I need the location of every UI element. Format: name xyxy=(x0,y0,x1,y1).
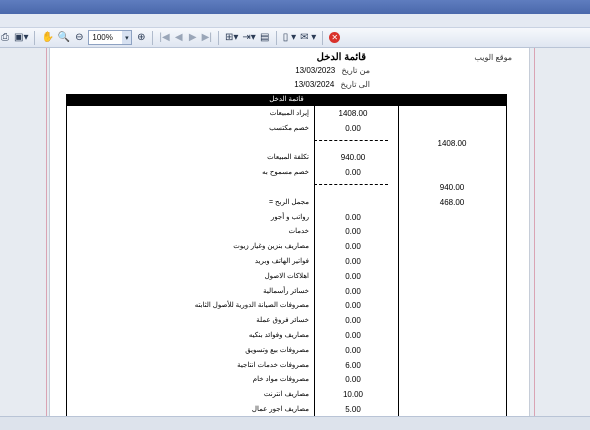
row-value: 0.00 xyxy=(345,345,361,355)
zoom-select[interactable]: 100% ▾ xyxy=(88,30,133,45)
last-page-icon[interactable]: ▶| xyxy=(202,30,212,46)
row-total: 1408.00 xyxy=(437,138,467,148)
row-total: 940.00 xyxy=(439,183,465,192)
multiple-pages-icon[interactable]: ⊞▾ xyxy=(225,30,238,46)
row-label: مصاريف اجور عمال xyxy=(251,406,309,413)
export-icon[interactable]: ⇥▾ xyxy=(242,30,255,46)
from-date-label: من تاريخ xyxy=(341,66,370,75)
row-value: 5.00 xyxy=(345,405,361,414)
toolbar-separator xyxy=(152,30,154,45)
row-label: خسائر رأسمالية xyxy=(263,287,309,295)
menu-bar xyxy=(0,14,590,28)
email-icon[interactable]: ✉ ▾ xyxy=(300,30,316,46)
page-icon[interactable]: ▯ ▾ xyxy=(283,30,296,46)
toolbar-separator xyxy=(322,30,324,45)
row-label: مصاريف وفوائد بنكيه xyxy=(248,332,309,339)
row-label: مصروفات خدمات انتاجية xyxy=(237,361,309,369)
row-label: مصروفات مواد خام xyxy=(252,376,309,384)
report-viewer[interactable]: قائمة الدخل موقع الويب 13/03/2023 من تار… xyxy=(0,48,590,416)
row-value: 0.00 xyxy=(345,375,361,385)
row-label: مصروفات بيع وتسويق xyxy=(245,346,309,354)
row-label: اهلاكات الاصول xyxy=(264,272,309,280)
zoom-value: 100% xyxy=(92,33,113,42)
zoom-out-icon[interactable]: ⊖ xyxy=(74,30,84,46)
next-page-icon[interactable]: ▶ xyxy=(188,30,198,46)
row-label: خسائر فروق عملة xyxy=(256,317,309,325)
report-page: قائمة الدخل موقع الويب 13/03/2023 من تار… xyxy=(49,48,530,416)
row-value: 6.00 xyxy=(345,360,361,370)
column-divider xyxy=(398,106,399,416)
row-value: 0.00 xyxy=(345,316,361,326)
subtotal-rule xyxy=(314,184,388,185)
row-label: رواتب و أجور xyxy=(270,213,309,221)
row-label: = مجمل الربح xyxy=(268,198,309,206)
print-icon[interactable]: ⎙ xyxy=(0,30,10,46)
from-date-line: 13/03/2023 من تاريخ xyxy=(250,66,370,75)
toolbar-separator xyxy=(275,30,277,45)
row-value: 0.00 xyxy=(345,242,361,252)
chevron-down-icon[interactable]: ▾ xyxy=(122,31,132,44)
row-value: 0.00 xyxy=(345,212,361,222)
table-header: قائمة الدخل xyxy=(67,94,506,106)
report-title: قائمة الدخل xyxy=(316,52,366,63)
document-icon[interactable]: ▤ xyxy=(260,30,270,46)
previous-page-icon[interactable]: ◀ xyxy=(174,30,184,46)
hand-tool-icon[interactable]: ✋ xyxy=(41,30,53,46)
page-setup-dropdown-icon[interactable]: ▣▾ xyxy=(14,30,28,46)
row-label: خدمات xyxy=(288,228,309,236)
row-label: خصم مسموح به xyxy=(262,169,309,177)
first-page-icon[interactable]: |◀ xyxy=(159,30,169,46)
magnifier-icon[interactable]: 🔍 xyxy=(58,30,70,46)
row-label: إيراد المبيعات xyxy=(269,110,309,117)
row-value: 0.00 xyxy=(345,331,361,340)
to-date-line: 13/03/2024 الى تاريخ xyxy=(250,80,370,89)
row-value: 0.00 xyxy=(345,286,361,296)
zoom-in-icon[interactable]: ⊕ xyxy=(136,30,146,46)
row-value: 0.00 xyxy=(345,227,361,237)
row-label: مصاريف انترنت xyxy=(263,391,309,399)
status-bar xyxy=(0,416,590,430)
row-value: 0.00 xyxy=(345,271,361,281)
stop-icon[interactable]: ✕ xyxy=(329,32,341,43)
row-value: 940.00 xyxy=(340,153,366,163)
window-titlebar xyxy=(0,0,590,14)
row-label: مصروفات الصيانة الدورية للأصول الثابته xyxy=(194,302,309,310)
row-label: مصاريف بنزين وغيار زيوت xyxy=(233,243,309,251)
page-margin-line xyxy=(46,48,47,416)
row-value: 0.00 xyxy=(345,257,361,266)
row-total: 468.00 xyxy=(439,197,465,207)
column-divider xyxy=(314,106,315,416)
row-value: 0.00 xyxy=(345,123,361,133)
to-date-label: الى تاريخ xyxy=(340,80,370,89)
row-label: فواتير الهاتف وبريد xyxy=(254,258,309,265)
row-value: 0.00 xyxy=(345,168,361,178)
from-date: 13/03/2023 xyxy=(295,66,336,75)
page-margin-line xyxy=(534,48,535,416)
report-toolbar: ⎙ ▣▾ ✋ 🔍 ⊖ 100% ▾ ⊕ |◀ ◀ ▶ ▶| ⊞▾ ⇥▾ ▤ ▯ … xyxy=(0,28,590,48)
toolbar-separator xyxy=(34,30,36,45)
subtotal-rule xyxy=(314,139,388,141)
row-value: 1408.00 xyxy=(338,109,368,118)
row-label: خصم مكتسب xyxy=(269,124,309,132)
toolbar-separator xyxy=(217,30,219,45)
row-label: تكلفة المبيعات xyxy=(267,154,309,162)
to-date: 13/03/2024 xyxy=(294,80,335,89)
row-value: 10.00 xyxy=(342,390,364,400)
income-statement-table: قائمة الدخل إيراد المبيعات 1408.00 خصم مكت… xyxy=(66,94,507,416)
row-value: 0.00 xyxy=(345,301,361,311)
website-label: موقع الويب xyxy=(474,53,512,62)
